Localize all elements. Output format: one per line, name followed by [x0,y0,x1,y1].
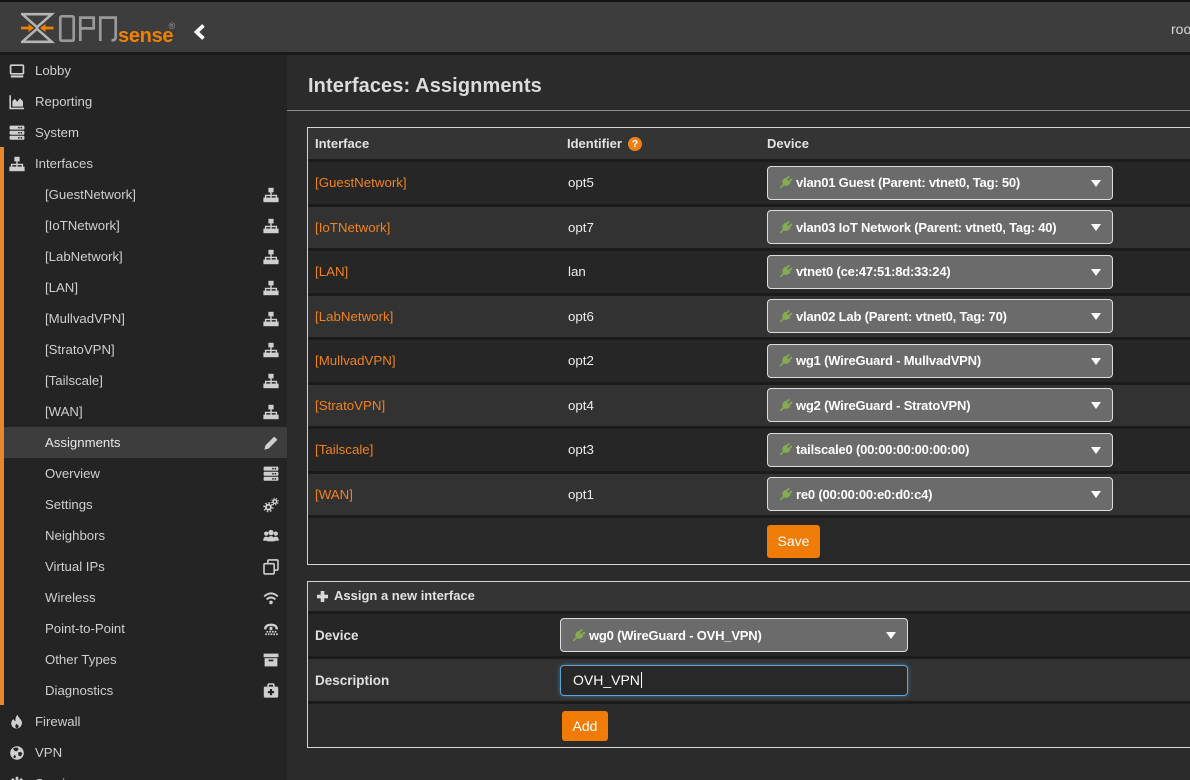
svg-text:sense: sense [118,25,173,45]
svg-text:®: ® [169,21,176,31]
